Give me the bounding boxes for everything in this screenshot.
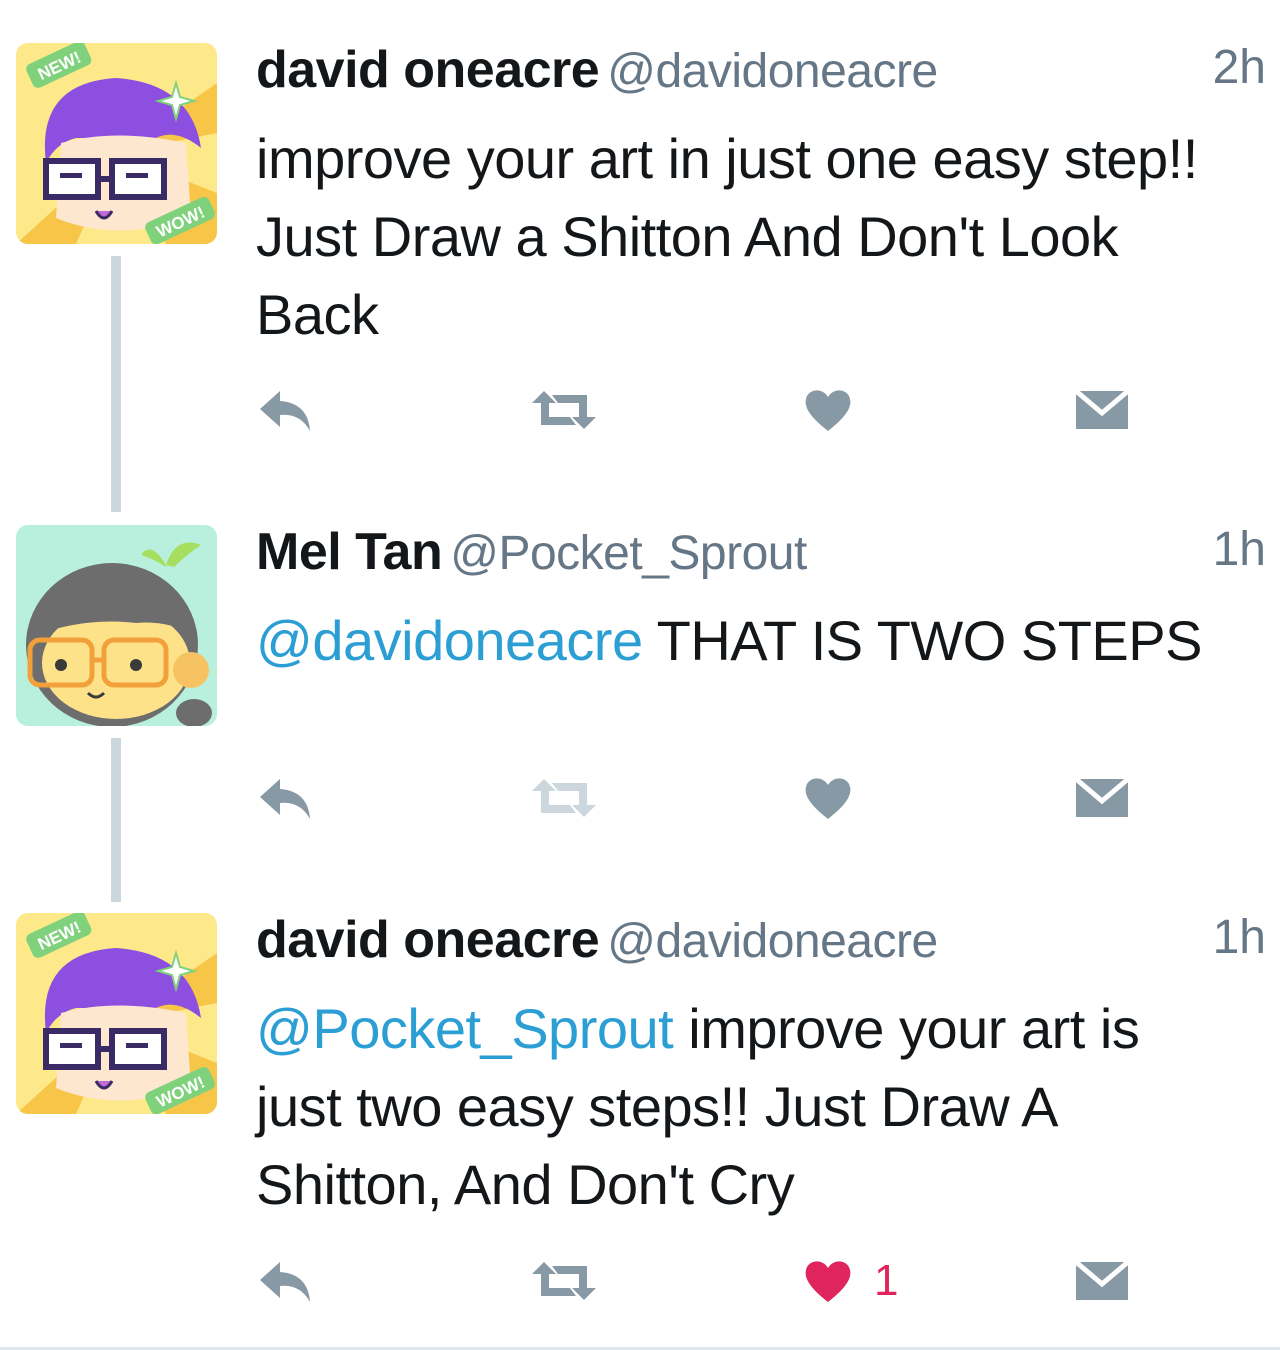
tweet-text-line: Back [256,283,379,346]
avatar-image: NEW! WOW! [16,43,217,244]
tweet-text-line: Just Draw a Shitton And Don't Look [256,205,1119,268]
reply-icon [260,1262,310,1302]
like-count: 1 [874,1256,899,1305]
tweet-text-line: @Pocket_Sprout improve your art is [256,990,1276,1068]
direct-message-button[interactable] [1074,770,1130,826]
direct-message-button[interactable] [1074,382,1130,438]
tweet-text-line: just two easy steps!! Just Draw A [256,1075,1059,1138]
retweet-button[interactable] [530,382,598,438]
direct-message-button[interactable] [1074,1253,1130,1309]
mention-link[interactable]: @davidoneacre [256,609,643,672]
like-button[interactable] [804,382,852,438]
reply-button[interactable] [256,382,314,438]
display-name[interactable]: Mel Tan [256,523,443,581]
envelope-icon [1074,1260,1130,1300]
tweet-text: improve your art in just one easy step!!… [256,120,1276,354]
avatar[interactable]: NEW! WOW! [16,913,217,1114]
like-button[interactable]: 1 [804,1253,898,1309]
like-button[interactable] [804,770,852,826]
tweet-text-body: improve your art is [688,997,1140,1060]
mention-link[interactable]: @Pocket_Sprout [256,997,674,1060]
retweet-button [530,770,598,826]
tweet-header: david oneacre @davidoneacre 1h [256,910,1266,970]
envelope-icon [1074,777,1130,817]
heart-icon [805,1261,851,1302]
tweet-header: Mel Tan @Pocket_Sprout 1h [256,522,1266,582]
display-name[interactable]: david oneacre [256,911,600,969]
retweet-button[interactable] [530,1253,598,1309]
heart-icon [805,778,851,819]
tweet-actions: 1 [256,1253,1156,1309]
display-name[interactable]: david oneacre [256,41,600,99]
handle[interactable]: @Pocket_Sprout [450,527,807,580]
tweet[interactable]: NEW! WOW! david oneacre @davidoneacre 2h … [0,40,1280,480]
tweet-actions [256,382,1156,438]
tweet-text-line: @davidoneacre THAT IS TWO STEPS [256,602,1276,680]
reply-button[interactable] [256,770,314,826]
timestamp[interactable]: 1h [1213,910,1266,965]
reply-button[interactable] [256,1253,314,1309]
tweet-text-body: THAT IS TWO STEPS [656,609,1203,672]
avatar[interactable] [16,525,217,726]
tweet-text: @davidoneacre THAT IS TWO STEPS [256,602,1276,680]
avatar[interactable]: NEW! WOW! [16,43,217,244]
timestamp[interactable]: 1h [1213,522,1266,577]
tweet[interactable]: NEW! WOW! david oneacre @davidoneacre 1h … [0,910,1280,1350]
avatar-image [16,525,217,726]
handle[interactable]: @davidoneacre [607,915,938,968]
reply-icon [260,779,310,819]
retweet-icon [532,391,596,429]
tweet[interactable]: Mel Tan @Pocket_Sprout 1h @davidoneacre T… [0,522,1280,842]
reply-icon [260,391,310,431]
envelope-icon [1074,389,1130,429]
retweet-icon [532,779,596,817]
heart-icon [805,390,851,431]
timestamp[interactable]: 2h [1213,40,1266,95]
tweet-text-line: Shitton, And Don't Cry [256,1153,795,1216]
tweet-text-line: improve your art in just one easy step!! [256,127,1198,190]
tweet-text: @Pocket_Sprout improve your art is just … [256,990,1276,1224]
avatar-image: NEW! WOW! [16,913,217,1114]
retweet-icon [532,1262,596,1300]
tweet-actions [256,770,1156,826]
handle[interactable]: @davidoneacre [607,45,938,98]
tweet-thread-screen: { "tweets": [ { "display_name": "david o… [0,0,1280,1350]
tweet-header: david oneacre @davidoneacre 2h [256,40,1266,100]
